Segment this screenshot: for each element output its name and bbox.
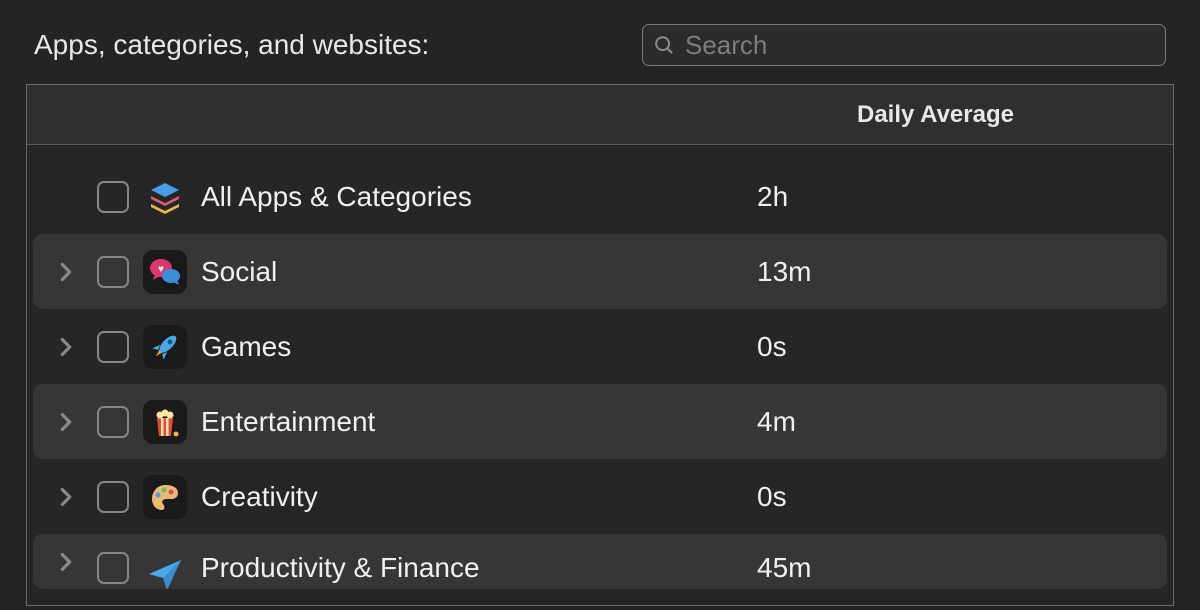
row-name: Social [201, 256, 757, 288]
table-body: All Apps & Categories 2h ♥ [27, 145, 1173, 589]
row-average: 0s [757, 331, 1167, 363]
chevron-right-icon [59, 487, 73, 507]
row-checkbox[interactable] [97, 331, 129, 363]
search-input[interactable] [675, 30, 1155, 61]
row-average: 13m [757, 256, 1167, 288]
row-checkbox[interactable] [97, 481, 129, 513]
expand-toggle[interactable] [59, 262, 97, 282]
row-name: Games [201, 331, 757, 363]
table-row[interactable]: Games 0s [33, 309, 1167, 384]
row-checkbox[interactable] [97, 256, 129, 288]
header-row: Apps, categories, and websites: [0, 0, 1200, 84]
popcorn-icon [143, 400, 187, 444]
chevron-right-icon [59, 337, 73, 357]
icon-cell: ♥ [129, 250, 201, 294]
row-average: 4m [757, 406, 1167, 438]
table-row[interactable]: Creativity 0s [33, 459, 1167, 534]
column-header-daily-average[interactable]: Daily Average [857, 101, 1137, 129]
social-icon: ♥ [143, 250, 187, 294]
chevron-right-icon [59, 552, 73, 572]
icon-cell [129, 475, 201, 519]
send-icon [143, 552, 187, 589]
table-row[interactable]: Entertainment 4m [33, 384, 1167, 459]
chevron-right-icon [59, 412, 73, 432]
icon-cell [129, 400, 201, 444]
rocket-icon [143, 325, 187, 369]
icon-cell [129, 552, 201, 589]
expand-toggle[interactable] [59, 337, 97, 357]
stack-icon [143, 175, 187, 219]
row-checkbox[interactable] [97, 552, 129, 584]
header-label: Apps, categories, and websites: [34, 29, 429, 61]
apps-table: Daily Average All Apps & Categories 2h [26, 84, 1174, 606]
table-header: Daily Average [27, 85, 1173, 145]
chevron-right-icon [59, 262, 73, 282]
row-average: 45m [757, 552, 1167, 584]
row-name: Entertainment [201, 406, 757, 438]
table-row[interactable]: ♥ Social 13m [33, 234, 1167, 309]
row-name: Productivity & Finance [201, 552, 757, 584]
row-average: 0s [757, 481, 1167, 513]
row-average: 2h [757, 181, 1167, 213]
expand-toggle[interactable] [59, 412, 97, 432]
expand-toggle[interactable] [59, 552, 97, 572]
row-name: Creativity [201, 481, 757, 513]
row-name: All Apps & Categories [201, 181, 757, 213]
table-row[interactable]: Productivity & Finance 45m [33, 534, 1167, 589]
icon-cell [129, 175, 201, 219]
palette-icon [143, 475, 187, 519]
table-row[interactable]: All Apps & Categories 2h [33, 159, 1167, 234]
search-icon [653, 34, 675, 56]
row-checkbox[interactable] [97, 181, 129, 213]
search-field-wrapper[interactable] [642, 24, 1166, 66]
row-checkbox[interactable] [97, 406, 129, 438]
expand-toggle[interactable] [59, 487, 97, 507]
icon-cell [129, 325, 201, 369]
